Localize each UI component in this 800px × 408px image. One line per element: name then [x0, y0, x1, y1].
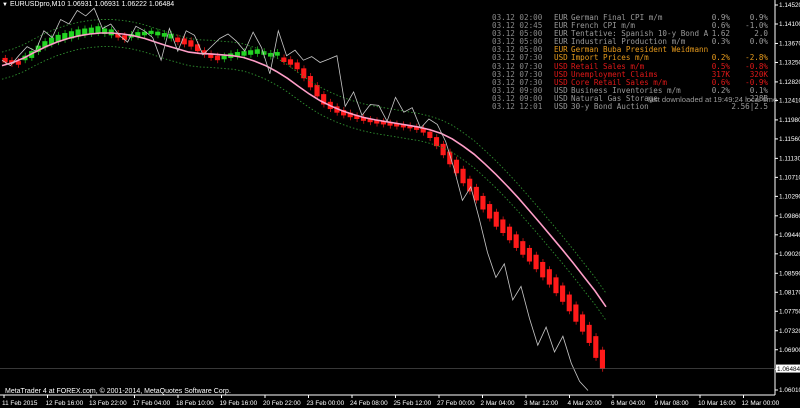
news-event: 30-y Bond Auction [571, 102, 649, 112]
news-forecast: 0.3% [711, 37, 730, 47]
ha-bar [440, 143, 446, 156]
ha-bar [487, 204, 493, 219]
news-time: 03.12 12:01 [492, 102, 543, 112]
download-status: last downloaded at 19:49:24 local time [648, 95, 778, 104]
news-forecast: 0.2% [711, 85, 730, 95]
price-tick-label: 1.13250 [779, 60, 800, 67]
ha-bar [599, 349, 605, 369]
ha-bar [241, 51, 247, 56]
time-tick-label: 3 Mar 12:00 [524, 400, 559, 407]
ha-bar [214, 55, 221, 61]
time-tick-label: 12 Mar 00:00 [742, 400, 780, 407]
time-tick-label: 13 Feb 22:00 [89, 400, 127, 407]
price-axis: 1.14520 1.14100 1.13670 1.13250 1.12820 1.124… [775, 2, 800, 394]
time-tick-label: 10 Mar 16:00 [698, 400, 736, 407]
time-axis: 11 Feb 2015 12 Feb 16:00 13 Feb 22:00 17 Fe… [2, 395, 780, 407]
price-tick-label: 1.14100 [779, 21, 800, 28]
price-tick-label: 1.12820 [779, 79, 800, 86]
ha-bar [506, 226, 513, 241]
time-tick-label: 12 Feb 16:00 [46, 400, 84, 407]
current-price-label: 1.06484 [777, 366, 800, 373]
ha-bar [148, 30, 154, 34]
ha-bar [566, 294, 572, 312]
price-tick-label: 1.11130 [779, 156, 800, 163]
time-tick-label: 4 Mar 20:00 [568, 400, 603, 407]
ha-bar [473, 186, 479, 201]
ha-bar [427, 131, 433, 139]
price-tick-label: 1.08170 [779, 289, 800, 296]
ha-bar [553, 277, 559, 294]
price-tick-label: 1.09440 [779, 232, 800, 239]
ha-bar [593, 336, 599, 358]
ha-bar [287, 59, 294, 65]
price-tick-label: 1.06010 [779, 387, 800, 394]
ha-bar [560, 285, 566, 302]
ha-bar [493, 211, 499, 227]
time-tick-label: 24 Feb 08:00 [350, 400, 388, 407]
time-tick-label: 11 Feb 2015 [2, 400, 38, 407]
ha-bar [274, 52, 280, 56]
ha-bar [500, 219, 506, 234]
time-tick-label: 23 Feb 00:00 [307, 400, 345, 407]
ha-bar [433, 137, 440, 147]
ha-bar [254, 49, 260, 54]
ha-bar [586, 324, 592, 343]
time-tick-label: 9 Mar 08:00 [655, 400, 690, 407]
ha-bar [307, 76, 313, 88]
price-tick-label: 1.09020 [779, 251, 800, 258]
price-tick-label: 1.13670 [779, 41, 800, 48]
ha-bar [314, 85, 320, 97]
symbol-line: EURUSDpro,M10 1.06931 1.06931 1.06222 1.… [9, 1, 175, 8]
ha-bar [526, 247, 532, 262]
price-tick-label: 1.14520 [779, 2, 800, 9]
time-tick-label: 25 Feb 12:00 [394, 400, 432, 407]
ha-bar [221, 55, 227, 60]
ha-bar [281, 57, 287, 63]
time-tick-label: 6 Mar 04:00 [611, 400, 646, 407]
price-tick-label: 1.06900 [779, 347, 800, 354]
price-tick-label: 1.07320 [779, 328, 800, 335]
ha-bar [480, 195, 486, 210]
price-tick-label: 1.11980 [779, 117, 800, 124]
price-tick-label: 1.08590 [779, 270, 800, 277]
price-tick-label: 1.12410 [779, 98, 800, 105]
symbol-header: ▼ EURUSDpro,M10 1.06931 1.06931 1.06222 1… [2, 1, 174, 8]
ha-bar [175, 37, 181, 43]
price-tick-label: 1.10290 [779, 194, 800, 201]
ha-bar [460, 168, 466, 184]
time-tick-label: 27 Feb 00:00 [437, 400, 475, 407]
news-previous: 2.56|2.5 [731, 102, 768, 112]
price-tick-label: 1.09860 [779, 213, 800, 220]
ha-bar [513, 234, 519, 248]
news-previous: 0.0% [749, 37, 768, 47]
ha-bar [248, 50, 254, 55]
price-tick-label: 1.10710 [779, 175, 800, 182]
ha-bar [294, 62, 300, 70]
price-tick-label: 1.11560 [779, 136, 800, 143]
ha-bar [540, 261, 546, 278]
price-tick-label: 1.07750 [779, 308, 800, 315]
ha-bar [194, 44, 201, 52]
ha-bar [546, 269, 552, 285]
news-currency: USD [554, 102, 568, 112]
time-tick-label: 17 Feb 04:00 [133, 400, 171, 407]
ha-bar [573, 304, 579, 322]
triangle-down-icon: ▼ [2, 2, 8, 8]
ha-bar [520, 241, 526, 255]
time-tick-label: 2 Mar 04:00 [481, 400, 516, 407]
ha-bar [161, 33, 167, 37]
ha-bar [533, 254, 539, 270]
ha-bar [579, 314, 586, 332]
copyright-text: MetaTrader 4 at FOREX.com, © 2001-2014, … [5, 388, 231, 395]
news-row: 03.12 12:01 USD 30-y Bond Auction 2.56|2.5 [492, 102, 768, 112]
ha-bar [188, 40, 194, 47]
ha-bar [155, 31, 161, 36]
time-tick-label: 18 Feb 10:00 [176, 400, 214, 407]
ha-bar [95, 26, 101, 34]
time-tick-label: 19 Feb 16:00 [220, 400, 258, 407]
time-tick-label: 20 Feb 22:00 [263, 400, 301, 407]
